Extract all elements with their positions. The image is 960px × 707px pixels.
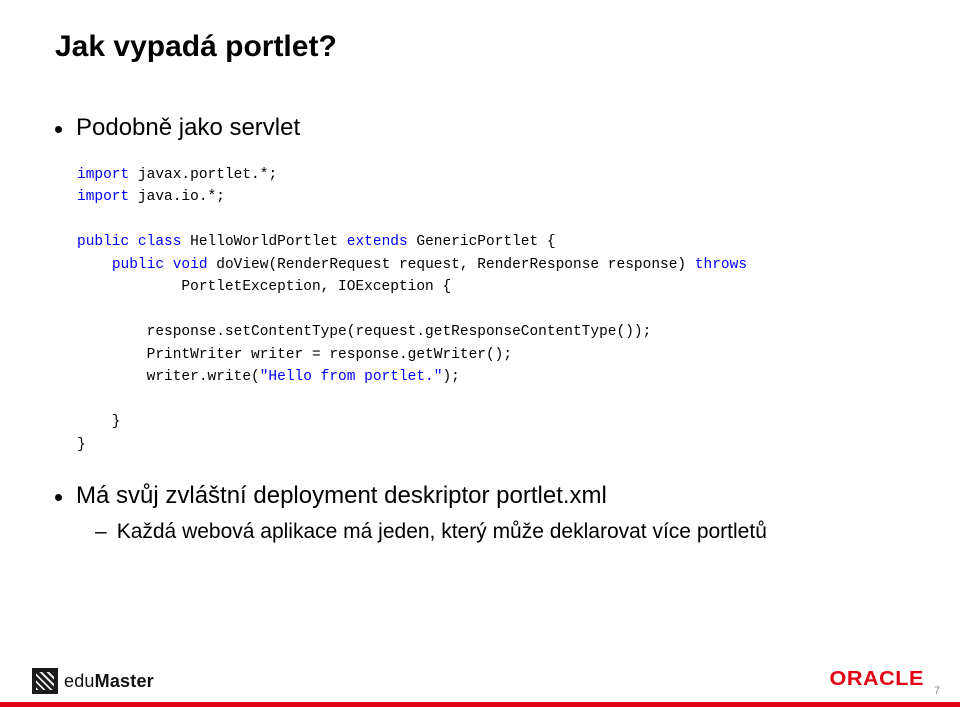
- dash-icon: –: [95, 520, 107, 544]
- slide-footer: eduMaster ORACLE: [0, 649, 960, 707]
- oracle-logo: ORACLE: [829, 668, 923, 691]
- bullet-item-1: Podobně jako servlet: [55, 114, 905, 142]
- bullet-item-2: Má svůj zvláštní deployment deskriptor p…: [55, 482, 905, 510]
- bullet-dot: [55, 494, 62, 501]
- bullet-dot: [55, 126, 62, 133]
- code-block: import javax.portlet.*; import java.io.*…: [77, 164, 905, 456]
- edumaster-icon: [32, 668, 58, 694]
- footer-red-bar: [0, 702, 960, 707]
- sub-bullet-item: – Každá webová aplikace má jeden, který …: [95, 520, 905, 544]
- page-number: 7: [934, 685, 940, 697]
- sub-bullet-text: Každá webová aplikace má jeden, který mů…: [117, 520, 767, 544]
- slide-title: Jak vypadá portlet?: [55, 30, 905, 64]
- bullet-text: Podobně jako servlet: [76, 114, 300, 142]
- edumaster-logo: eduMaster: [32, 668, 154, 694]
- bullet-text: Má svůj zvláštní deployment deskriptor p…: [76, 482, 607, 510]
- edumaster-text: eduMaster: [64, 671, 154, 692]
